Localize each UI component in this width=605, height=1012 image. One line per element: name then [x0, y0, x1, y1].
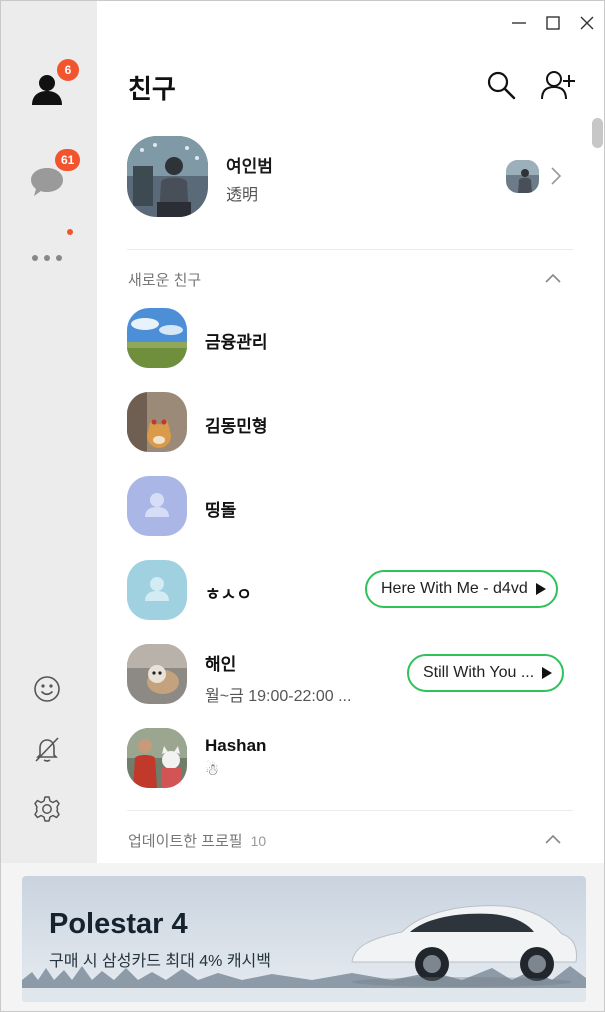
profile-music-button[interactable]: Here With Me - d4vd — [365, 570, 558, 608]
chevron-right-icon — [549, 165, 563, 187]
gear-icon — [34, 796, 60, 822]
collapse-new-friends-button[interactable] — [541, 266, 565, 290]
friend-status-message: 월~금 19:00-22:00 ... — [205, 688, 352, 705]
divider — [127, 810, 573, 811]
friend-row[interactable]: 띵돌 — [127, 476, 573, 538]
friends-badge: 6 — [57, 59, 79, 81]
app-window: 6 61 친구 여인범 透明 새로운 친구 금융관리 김동민형 띵돌 ㅎㅅㅇ H… — [0, 0, 605, 1012]
emoticon-button[interactable] — [25, 667, 69, 711]
ad-area: Polestar 4 구매 시 삼성카드 최대 4% 캐시백 — [1, 863, 604, 1011]
friend-name: 띵돌 — [205, 501, 237, 520]
friend-row[interactable]: Hashan ☃ — [127, 728, 573, 790]
friend-row[interactable]: ㅎㅅㅇ Here With Me - d4vd — [127, 560, 573, 622]
ad-subtitle: 구매 시 삼성카드 최대 4% 캐시백 — [49, 953, 271, 970]
more-notification-dot — [67, 229, 73, 235]
chats-tab-button[interactable]: 61 — [25, 149, 81, 202]
collapse-updated-profiles-button[interactable] — [541, 827, 565, 851]
my-profile-row[interactable]: 여인범 透明 — [127, 136, 573, 218]
friend-name: 해인 — [205, 655, 237, 674]
page-title: 친구 — [128, 74, 176, 104]
ad-banner[interactable]: Polestar 4 구매 시 삼성카드 최대 4% 캐시백 — [22, 876, 586, 1002]
search-button[interactable] — [483, 67, 519, 103]
person-placeholder-icon — [145, 493, 169, 517]
my-name: 여인범 — [226, 157, 273, 176]
settings-button[interactable] — [25, 787, 69, 831]
friend-name: 김동민형 — [205, 417, 268, 436]
friends-tab-button[interactable]: 6 — [25, 59, 79, 111]
my-avatar[interactable] — [127, 136, 208, 217]
divider — [127, 249, 573, 250]
friend-avatar — [127, 308, 187, 368]
friend-name: 금융관리 — [205, 333, 268, 352]
ad-title: Polestar 4 — [49, 908, 188, 940]
chats-badge: 61 — [55, 149, 81, 171]
maximize-icon[interactable] — [541, 11, 565, 35]
more-tab-button[interactable] — [25, 235, 69, 279]
section-updated-count: 10 — [250, 833, 267, 849]
minimize-icon[interactable] — [507, 11, 531, 35]
person-placeholder-icon — [145, 577, 169, 601]
friend-status-message: ☃ — [205, 762, 220, 779]
friend-avatar — [127, 644, 187, 704]
section-updated-profiles-title: 업데이트한 프로필 10 — [128, 830, 266, 851]
my-profile-music-thumbnail[interactable] — [506, 160, 539, 193]
profile-music-button[interactable]: Still With You ... — [407, 654, 565, 692]
section-new-friends-title: 새로운 친구 — [128, 272, 202, 289]
my-status-message: 透明 — [226, 187, 259, 204]
smile-icon — [34, 676, 60, 702]
music-title: Here With Me - d4vd — [381, 580, 528, 597]
more-dots-icon — [32, 255, 62, 261]
play-icon — [535, 583, 546, 595]
section-updated-label: 업데이트한 프로필 — [128, 833, 243, 850]
close-icon[interactable] — [575, 11, 599, 35]
add-friend-button[interactable] — [540, 67, 576, 103]
chevron-up-icon — [545, 273, 561, 283]
play-icon — [542, 667, 553, 679]
music-title: Still With You ... — [423, 664, 535, 681]
friend-avatar — [127, 392, 187, 452]
chevron-up-icon — [545, 834, 561, 844]
side-rail: 6 61 — [1, 1, 97, 863]
notification-button[interactable] — [25, 727, 69, 771]
bell-off-icon — [35, 737, 59, 762]
friend-avatar — [127, 728, 187, 788]
friend-row[interactable]: 금융관리 — [127, 308, 573, 370]
scrollbar-thumb[interactable] — [592, 118, 603, 148]
search-icon — [487, 71, 516, 100]
friend-row[interactable]: 해인 월~금 19:00-22:00 ... Still With You ..… — [127, 644, 573, 706]
default-avatar — [127, 560, 187, 620]
friend-name: ㅎㅅㅇ — [205, 585, 252, 604]
friend-name: Hashan — [205, 736, 267, 755]
friend-row[interactable]: 김동민형 — [127, 392, 573, 454]
add-person-icon — [541, 71, 575, 100]
default-avatar — [127, 476, 187, 536]
